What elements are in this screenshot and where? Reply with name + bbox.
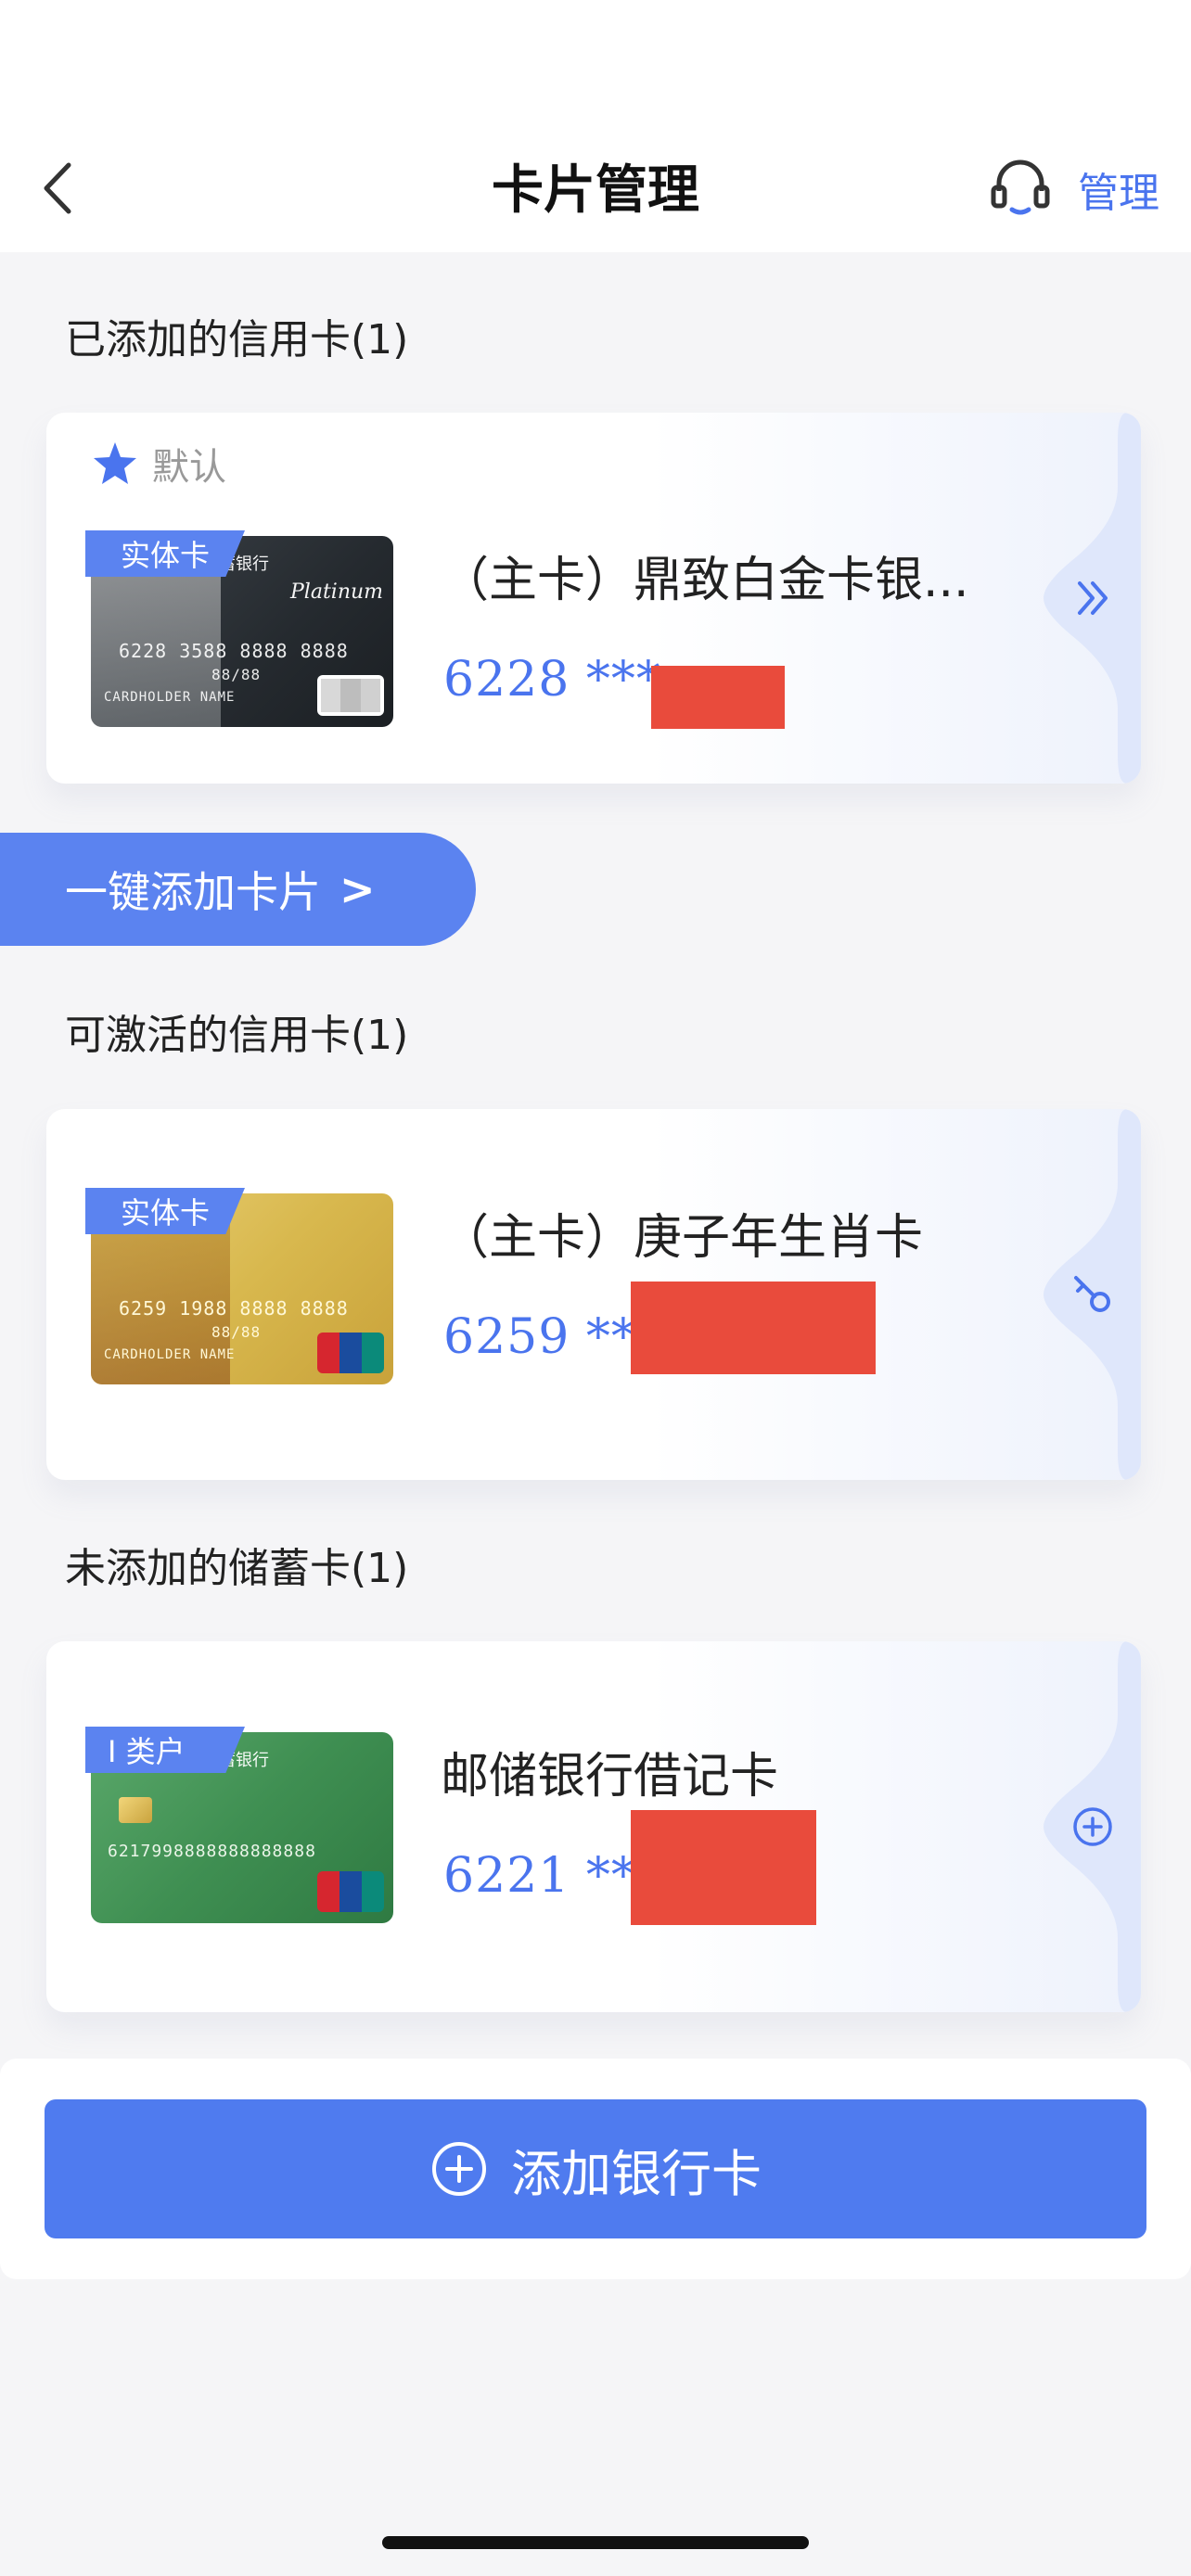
card-number: 6259 *** bbox=[443, 1309, 661, 1365]
section-title-added-credit: 已添加的信用卡(1) bbox=[65, 316, 409, 363]
card-item-debit[interactable]: 储蓄银行 6217998888888888888 I 类户 邮储银行借记卡 62… bbox=[46, 1641, 1141, 2012]
card-number: 6221 *** bbox=[443, 1848, 661, 1904]
home-indicator bbox=[382, 2536, 809, 2549]
add-bank-card-label: 添加银行卡 bbox=[511, 2144, 762, 2203]
section-title-activatable-credit: 可激活的信用卡(1) bbox=[65, 1012, 409, 1059]
default-label: 默认 bbox=[152, 446, 226, 489]
card-name: （主卡）庚子年生肖卡 bbox=[441, 1210, 924, 1266]
card-image-holder: CARDHOLDER NAME bbox=[104, 1347, 236, 1362]
chevron-right-icon: > bbox=[339, 864, 376, 914]
nav-header: 卡片管理 管理 bbox=[0, 0, 1191, 252]
card-image-number: 6217998888888888888 bbox=[108, 1842, 316, 1861]
card-name: （主卡）鼎致白金卡银... bbox=[441, 553, 969, 608]
card-image-brand: Platinum bbox=[290, 580, 384, 604]
unionpay-logo bbox=[317, 1333, 384, 1373]
account-type-badge: I 类户 bbox=[85, 1727, 245, 1773]
section-title-unadded-debit: 未添加的储蓄卡(1) bbox=[65, 1545, 409, 1592]
card-management-page: 卡片管理 管理 已添加的信用卡(1) 默认 储蓄银行 Platinum 6228… bbox=[0, 0, 1191, 2576]
card-type-badge: 实体卡 bbox=[85, 530, 245, 577]
add-bank-card-button[interactable]: 添加银行卡 bbox=[45, 2099, 1146, 2238]
card-image-expiry: 88/88 bbox=[211, 666, 262, 683]
unionpay-logo bbox=[317, 1871, 384, 1912]
star-icon bbox=[94, 442, 136, 484]
one-key-add-label: 一键添加卡片 bbox=[65, 867, 321, 917]
card-type-badge: 实体卡 bbox=[85, 1188, 245, 1234]
chip-icon bbox=[119, 1797, 152, 1823]
plus-circle-icon bbox=[432, 2142, 486, 2196]
redacted-number bbox=[631, 1282, 876, 1374]
card-image-number: 6228 3588 8888 8888 bbox=[119, 640, 349, 662]
bottom-action-area: 添加银行卡 bbox=[0, 2059, 1191, 2279]
manage-button[interactable]: 管理 bbox=[1078, 159, 1159, 219]
redacted-number bbox=[631, 1810, 816, 1925]
card-name: 邮储银行借记卡 bbox=[441, 1749, 779, 1804]
default-tag: 默认 bbox=[91, 436, 226, 491]
card-item-credit-activatable[interactable]: 6259 1988 8888 8888 88/88 CARDHOLDER NAM… bbox=[46, 1109, 1141, 1480]
redacted-number bbox=[651, 666, 785, 729]
card-image-number: 6259 1988 8888 8888 bbox=[119, 1297, 349, 1320]
card-item-credit-default[interactable]: 默认 储蓄银行 Platinum 6228 3588 8888 8888 88/… bbox=[46, 413, 1141, 784]
card-number: 6228 *** bbox=[443, 652, 661, 708]
plus-circle-icon[interactable] bbox=[1065, 1799, 1121, 1855]
key-icon[interactable] bbox=[1065, 1267, 1121, 1322]
double-chevron-right-icon[interactable] bbox=[1065, 570, 1121, 626]
unionpay-logo bbox=[317, 675, 384, 716]
card-image-holder: CARDHOLDER NAME bbox=[104, 690, 236, 705]
one-key-add-card-button[interactable]: 一键添加卡片 > bbox=[0, 833, 476, 946]
customer-service-icon[interactable] bbox=[988, 156, 1053, 221]
card-image-expiry: 88/88 bbox=[211, 1323, 262, 1341]
